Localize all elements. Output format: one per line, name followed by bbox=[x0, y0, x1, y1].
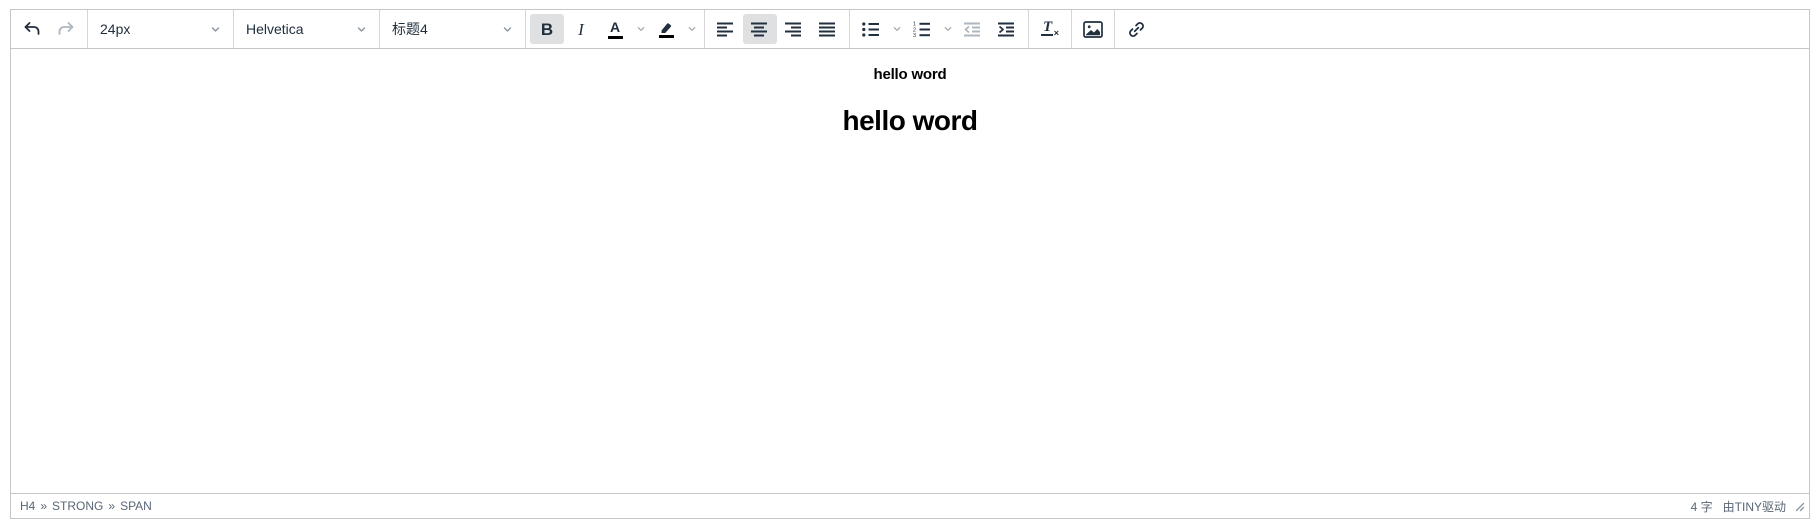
text-style-group: B I A bbox=[525, 10, 704, 48]
align-right-button[interactable] bbox=[777, 14, 811, 44]
history-group bbox=[11, 10, 87, 48]
text-color-menu-button[interactable] bbox=[632, 14, 649, 44]
chevron-down-icon bbox=[211, 26, 220, 32]
font-size-group: 24px bbox=[87, 10, 233, 48]
element-path-h4[interactable]: H4 bbox=[20, 499, 35, 513]
italic-icon: I bbox=[578, 19, 584, 39]
content-heading[interactable]: hello word bbox=[11, 105, 1809, 137]
bold-button[interactable]: B bbox=[530, 14, 564, 44]
highlight-color-button[interactable] bbox=[649, 14, 683, 44]
numbered-list-menu-button[interactable] bbox=[939, 14, 956, 44]
align-justify-button[interactable] bbox=[811, 14, 845, 44]
resize-grip-icon bbox=[1795, 502, 1805, 511]
element-path-separator: » bbox=[40, 499, 48, 513]
align-justify-icon bbox=[819, 22, 835, 36]
statusbar-right: 4 字 由TINY驱动 bbox=[1691, 498, 1805, 515]
text-color-button[interactable]: A bbox=[598, 14, 632, 44]
align-left-icon bbox=[717, 22, 733, 36]
clear-format-group: T × bbox=[1028, 10, 1071, 48]
text-color-swatch bbox=[607, 35, 623, 39]
clear-formatting-button[interactable]: T × bbox=[1033, 14, 1067, 44]
word-count[interactable]: 4 字 bbox=[1691, 498, 1713, 515]
align-left-button[interactable] bbox=[709, 14, 743, 44]
link-icon bbox=[1128, 21, 1144, 37]
insert-link-button[interactable] bbox=[1119, 14, 1153, 44]
highlight-color-swatch bbox=[658, 34, 674, 38]
bold-icon: B bbox=[540, 19, 554, 39]
chevron-down-icon bbox=[944, 27, 951, 31]
chevron-down-icon bbox=[893, 27, 900, 31]
outdent-button[interactable] bbox=[956, 14, 990, 44]
numbered-list-icon: 1 2 3 bbox=[913, 22, 930, 37]
branding-link[interactable]: 由TINY驱动 bbox=[1723, 498, 1786, 515]
svg-text:3: 3 bbox=[913, 33, 916, 37]
chevron-down-icon bbox=[357, 26, 366, 32]
redo-icon bbox=[58, 22, 74, 35]
editor-content-area[interactable]: hello word hello word bbox=[11, 49, 1809, 493]
rich-text-editor: 24px Helvetica 标题4 B I A 1 2 3 T × hello… bbox=[10, 9, 1810, 519]
link-group bbox=[1114, 10, 1157, 48]
block-format-select[interactable]: 标题4 bbox=[384, 14, 521, 44]
font-size-select[interactable]: 24px bbox=[92, 14, 229, 44]
redo-button[interactable] bbox=[49, 14, 83, 44]
element-path: H4 » STRONG » SPAN bbox=[20, 499, 152, 513]
element-path-span[interactable]: SPAN bbox=[120, 499, 152, 513]
text-color-icon: A bbox=[607, 20, 623, 39]
font-family-value: Helvetica bbox=[246, 21, 304, 37]
bullet-list-menu-button[interactable] bbox=[888, 14, 905, 44]
block-format-group: 标题4 bbox=[379, 10, 525, 48]
highlighter-icon bbox=[658, 21, 674, 38]
bullet-list-button[interactable] bbox=[854, 14, 888, 44]
outdent-icon bbox=[964, 22, 980, 36]
align-right-icon bbox=[785, 22, 801, 36]
chevron-down-icon bbox=[637, 27, 644, 31]
indent-button[interactable] bbox=[990, 14, 1024, 44]
font-family-select[interactable]: Helvetica bbox=[238, 14, 375, 44]
italic-button[interactable]: I bbox=[564, 14, 598, 44]
element-path-separator: » bbox=[108, 499, 116, 513]
list-indent-group: 1 2 3 bbox=[849, 10, 1028, 48]
editor-statusbar: H4 » STRONG » SPAN 4 字 由TINY驱动 bbox=[11, 493, 1809, 518]
image-group bbox=[1071, 10, 1114, 48]
image-icon bbox=[1083, 20, 1103, 38]
content-paragraph[interactable]: hello word bbox=[11, 66, 1809, 84]
resize-handle[interactable] bbox=[1794, 501, 1805, 512]
chevron-down-icon bbox=[503, 26, 512, 32]
block-format-value: 标题4 bbox=[392, 21, 428, 37]
highlight-color-menu-button[interactable] bbox=[683, 14, 700, 44]
font-size-value: 24px bbox=[100, 21, 131, 37]
clear-formatting-icon: T × bbox=[1041, 19, 1059, 38]
editor-toolbar: 24px Helvetica 标题4 B I A 1 2 3 T × bbox=[11, 10, 1809, 49]
indent-icon bbox=[998, 22, 1014, 36]
chevron-down-icon bbox=[688, 27, 695, 31]
element-path-strong[interactable]: STRONG bbox=[52, 499, 103, 513]
bullet-list-icon bbox=[862, 21, 879, 37]
numbered-list-button[interactable]: 1 2 3 bbox=[905, 14, 939, 44]
undo-icon bbox=[24, 22, 40, 35]
align-center-icon bbox=[751, 22, 767, 36]
undo-button[interactable] bbox=[15, 14, 49, 44]
alignment-group bbox=[704, 10, 849, 48]
align-center-button[interactable] bbox=[743, 14, 777, 44]
font-family-group: Helvetica bbox=[233, 10, 379, 48]
insert-image-button[interactable] bbox=[1076, 14, 1110, 44]
